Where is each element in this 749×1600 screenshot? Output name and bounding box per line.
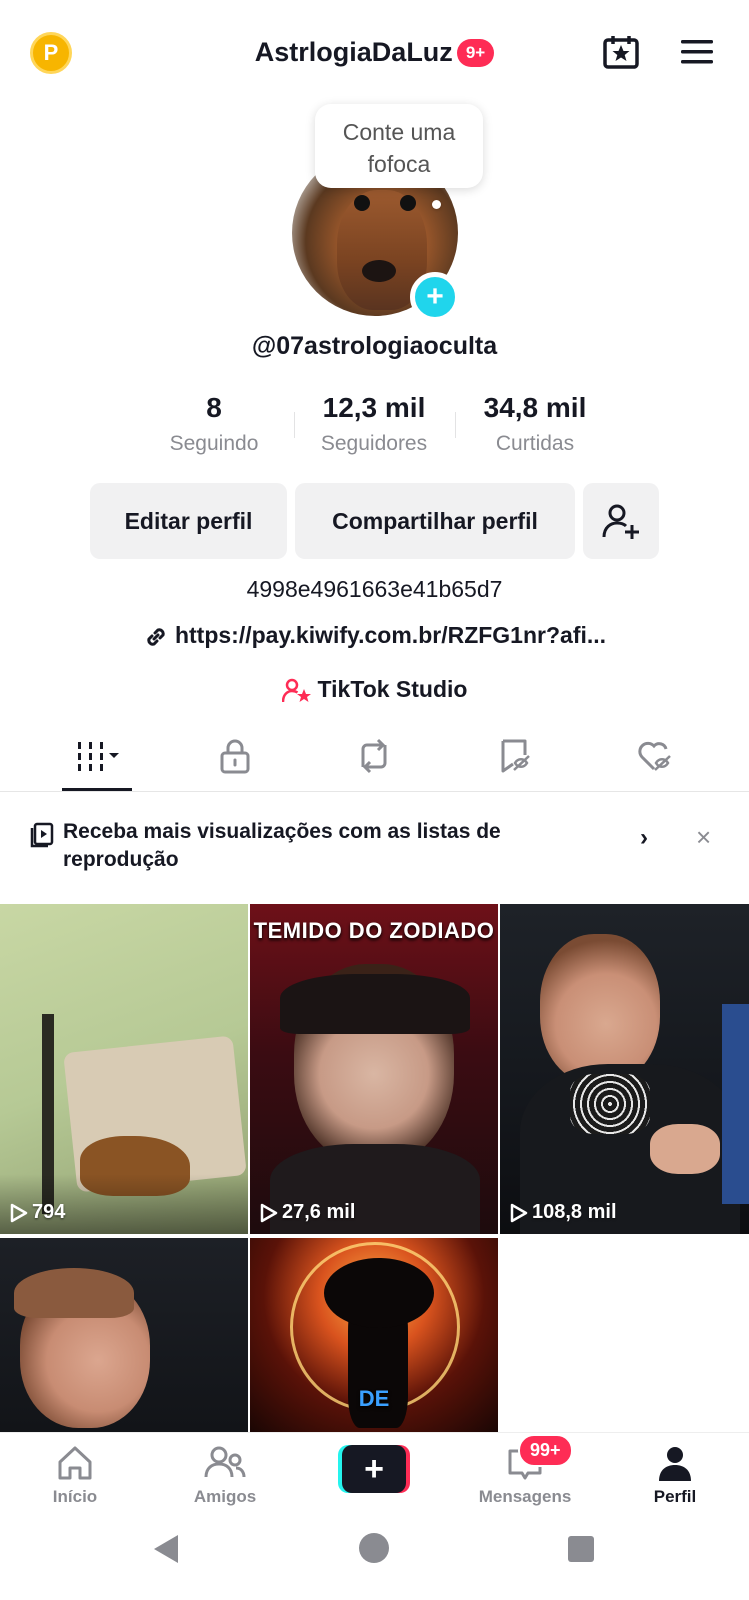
video-tile[interactable]: DE (250, 1238, 498, 1432)
system-nav-bar (0, 1516, 749, 1600)
active-tab-indicator (62, 788, 132, 791)
home-circle-icon[interactable] (358, 1532, 390, 1564)
notification-badge: 9+ (456, 38, 495, 67)
video-views-count: 108,8 mil (532, 1201, 617, 1223)
stat-following-value: 8 (206, 392, 222, 423)
nav-home[interactable]: Início (15, 1443, 135, 1507)
studio-user-star-icon (281, 678, 311, 702)
profile-icon (659, 1447, 691, 1481)
liked-hidden-icon (638, 741, 671, 771)
banner-text: Receba mais visualizações com as listas … (63, 820, 501, 871)
stat-followers-label: Seguidores (320, 432, 428, 455)
tile-image-detail (14, 1268, 134, 1318)
add-story-plus-icon[interactable]: + (410, 272, 460, 322)
nav-friends-label: Amigos (193, 1487, 257, 1506)
tile-image-detail (280, 974, 470, 1034)
tab-liked[interactable] (626, 734, 686, 778)
banner-close-icon[interactable]: × (696, 822, 711, 853)
nav-home-label: Início (52, 1487, 98, 1506)
menu-icon[interactable] (679, 38, 715, 66)
lock-icon (220, 739, 250, 774)
repost-icon (361, 738, 387, 774)
profile-link[interactable]: https://pay.kiwify.com.br/RZFG1nr?afi... (0, 622, 749, 650)
tile-image-detail (570, 1074, 650, 1134)
add-friend-button[interactable] (583, 483, 659, 559)
video-tile[interactable]: 794 (0, 904, 248, 1234)
video-views-count: 794 (32, 1201, 66, 1223)
video-caption: DE (358, 1386, 390, 1411)
stat-likes[interactable]: 34,8 mil Curtidas (455, 392, 615, 456)
profile-link-text[interactable]: https://pay.kiwify.com.br/RZFG1nr?afi... (175, 622, 606, 648)
play-icon (510, 1203, 528, 1222)
avatar-nose (362, 260, 396, 282)
video-views-count: 27,6 mil (282, 1201, 356, 1223)
nav-profile-label: Perfil (653, 1487, 697, 1506)
content-tabs (0, 720, 749, 792)
bio-text: 4998e4961663e41b65d7 (246, 576, 503, 602)
tiktok-studio-link[interactable]: TikTok Studio (0, 676, 749, 704)
link-icon (147, 628, 165, 646)
tab-saved[interactable] (486, 734, 546, 778)
calendar-star-icon[interactable] (602, 34, 640, 70)
playlist-icon (30, 822, 54, 848)
stats-row: 8 Seguindo 12,3 mil Seguidores 34,8 mil … (0, 392, 749, 462)
nav-messages-label: Mensagens (478, 1487, 572, 1506)
stat-likes-label: Curtidas (495, 432, 575, 455)
video-views: 794 (10, 1201, 65, 1224)
create-post-button[interactable]: + (338, 1445, 410, 1493)
recents-square-icon[interactable] (566, 1534, 596, 1564)
video-views: 27,6 mil (260, 1201, 355, 1224)
stat-divider (294, 412, 295, 438)
edit-profile-button[interactable]: Editar perfil (90, 483, 287, 559)
video-views: 108,8 mil (510, 1201, 617, 1224)
tile-image-detail (722, 1004, 749, 1204)
video-caption: TEMIDO DO ZODIADO (253, 918, 495, 943)
play-icon (260, 1203, 278, 1222)
avatar-eye-right (400, 195, 416, 211)
video-tile[interactable] (0, 1238, 248, 1432)
tile-image-detail (650, 1124, 720, 1174)
bubble-tail (432, 200, 441, 209)
tiktok-studio-label: TikTok Studio (317, 676, 468, 702)
saved-hidden-icon (501, 739, 530, 773)
plus-icon: + (342, 1445, 406, 1493)
play-icon (10, 1203, 28, 1222)
stat-divider (455, 412, 456, 438)
friends-icon (204, 1446, 246, 1478)
status-bubble[interactable]: Conte uma fofoca (315, 104, 483, 188)
header: P AstrlogiaDaLuz 9+ (0, 0, 749, 100)
nav-friends[interactable]: Amigos (165, 1443, 285, 1507)
nav-profile[interactable]: Perfil (615, 1443, 735, 1507)
add-user-icon (602, 504, 639, 539)
tab-reposts[interactable] (344, 734, 404, 778)
videos-grid-icon (78, 742, 119, 771)
back-icon[interactable] (150, 1532, 184, 1566)
banner-chevron-right-icon[interactable]: › (640, 824, 648, 852)
messages-badge: 99+ (518, 1434, 573, 1467)
bottom-nav: Início Amigos + Mensagens Perfil (0, 1432, 749, 1516)
stat-followers-value: 12,3 mil (322, 392, 426, 423)
playlist-banner[interactable]: Receba mais visualizações com as listas … (30, 818, 720, 878)
tab-private[interactable] (205, 734, 265, 778)
home-icon (58, 1446, 92, 1480)
tile-image-detail (324, 1258, 434, 1328)
video-tile[interactable]: 108,8 mil (500, 904, 749, 1234)
username: @07astrologiaoculta (251, 332, 498, 360)
tile-image-detail (540, 934, 660, 1084)
account-name[interactable]: AstrlogiaDaLuz (255, 37, 453, 68)
stat-likes-value: 34,8 mil (483, 392, 587, 423)
stat-following-label: Seguindo (169, 432, 259, 455)
share-profile-button[interactable]: Compartilhar perfil (295, 483, 575, 559)
stat-following[interactable]: 8 Seguindo (134, 392, 294, 456)
stat-followers[interactable]: 12,3 mil Seguidores (294, 392, 454, 456)
tab-videos[interactable] (68, 734, 128, 778)
video-tile[interactable]: TEMIDO DO ZODIADO 27,6 mil (250, 904, 498, 1234)
avatar-eye-left (354, 195, 370, 211)
